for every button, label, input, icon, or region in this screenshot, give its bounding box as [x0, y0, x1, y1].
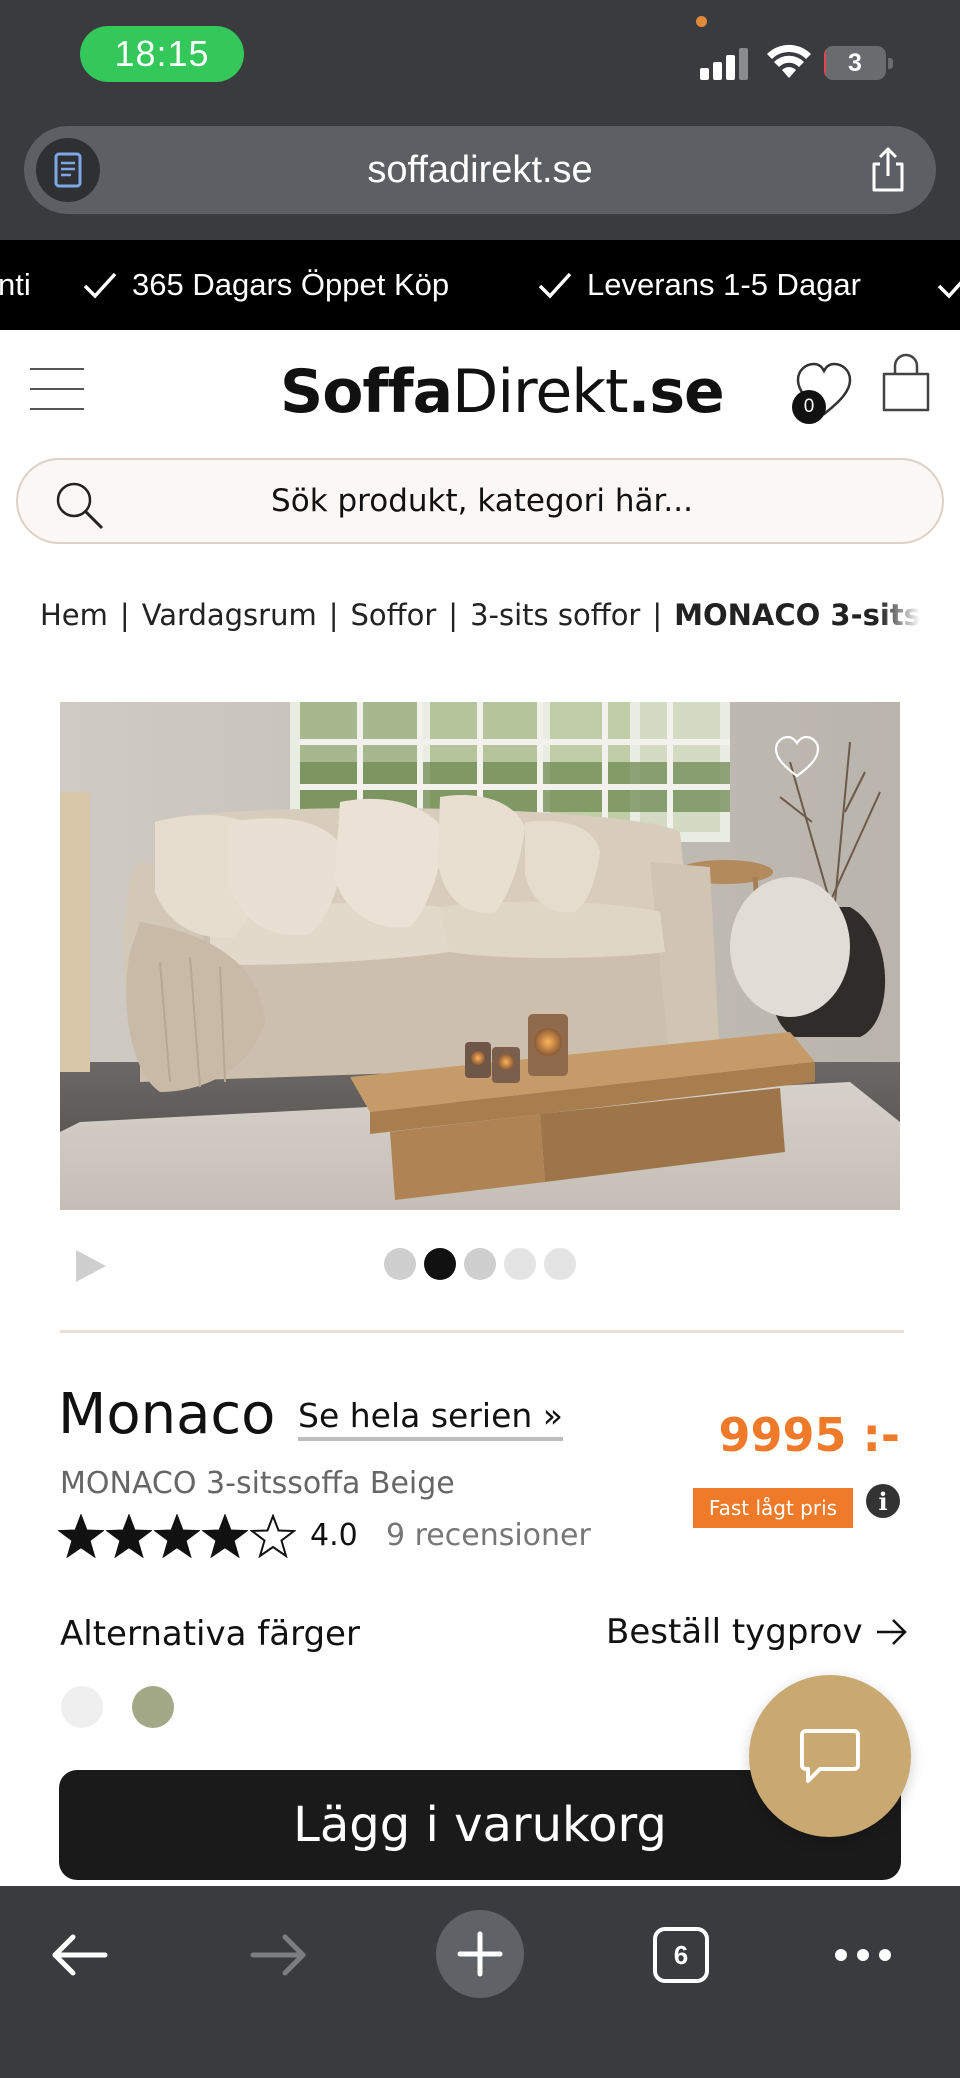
arrow-right-icon [250, 1934, 306, 1976]
tabs-button[interactable]: 6 [636, 1910, 726, 2000]
forward-button[interactable] [234, 1910, 324, 2000]
wifi-icon [767, 44, 811, 78]
share-icon[interactable] [862, 144, 914, 196]
chat-button[interactable] [749, 1675, 911, 1837]
carousel-dot[interactable] [464, 1248, 496, 1280]
star-filled-icon [202, 1514, 248, 1558]
chat-bubble-icon [800, 1729, 860, 1783]
ticker-item: Leverans 1-5 Dagar [537, 240, 861, 330]
order-fabric-sample-label: Beställ tygprov [606, 1612, 863, 1652]
logo-part-tld: .se [627, 357, 725, 427]
star-empty-icon [250, 1514, 296, 1558]
product-name: Monaco [58, 1382, 276, 1447]
rating-value: 4.0 [310, 1518, 358, 1553]
browser-bottom-toolbar: 6 [0, 1886, 960, 2078]
breadcrumb-separator: | [448, 598, 459, 632]
carousel-dot[interactable] [544, 1248, 576, 1280]
star-filled-icon [58, 1514, 104, 1558]
ticker-item [936, 240, 960, 330]
cellular-signal-icon [700, 46, 750, 80]
color-swatch-white[interactable] [61, 1686, 103, 1728]
url-text[interactable]: soffadirekt.se [24, 126, 936, 214]
breadcrumb-item-hem[interactable]: Hem [40, 598, 108, 632]
site-logo[interactable]: Soffa Direkt .se [280, 352, 725, 432]
breadcrumb-separator: | [119, 598, 130, 632]
logo-part-direkt: Direkt [452, 357, 628, 427]
rating-stars[interactable] [58, 1514, 296, 1558]
favorite-heart-icon[interactable] [772, 734, 822, 780]
breadcrumb-separator: | [652, 598, 663, 632]
play-icon[interactable] [70, 1246, 110, 1286]
ticker-item-label: Leverans 1-5 Dagar [587, 267, 861, 302]
arrow-left-icon [52, 1934, 108, 1976]
check-icon [83, 272, 117, 299]
ticker-item: nti [0, 240, 31, 330]
wishlist-count-badge: 0 [792, 390, 826, 424]
logo-part-soffa: Soffa [280, 357, 453, 427]
promo-ticker: nti 365 Dagars Öppet Köp Leverans 1-5 Da… [0, 240, 960, 330]
reader-icon[interactable] [36, 138, 100, 202]
carousel-dots [384, 1248, 576, 1280]
color-swatch-olive[interactable] [132, 1686, 174, 1728]
more-dots-icon [835, 1949, 891, 1961]
more-button[interactable] [818, 1910, 908, 2000]
tabs-count: 6 [653, 1927, 709, 1983]
browser-top-chrome: 18:15 3 soffadirekt.se [0, 0, 960, 240]
ticker-item-label: 365 Dagars Öppet Köp [132, 267, 450, 302]
new-tab-button[interactable] [436, 1910, 524, 1998]
site-header: Soffa Direkt .se 0 Sök produkt, kategori h… [0, 330, 960, 565]
breadcrumb-item-soffor[interactable]: Soffor [351, 598, 437, 632]
ticker-item-label: nti [0, 267, 31, 302]
status-time: 18:15 [80, 26, 244, 82]
back-button[interactable] [34, 1910, 124, 2000]
section-divider [60, 1330, 904, 1333]
check-icon [937, 281, 960, 299]
search-placeholder: Sök produkt, kategori här... [271, 483, 693, 519]
wishlist-button[interactable]: 0 [786, 358, 858, 426]
info-icon[interactable]: i [866, 1484, 900, 1518]
address-bar[interactable]: soffadirekt.se [24, 126, 936, 214]
search-input[interactable]: Sök produkt, kategori här... [16, 458, 944, 544]
order-fabric-sample-link[interactable]: Beställ tygprov [606, 1612, 909, 1652]
price-badge: Fast lågt pris [693, 1488, 853, 1528]
cart-icon[interactable] [880, 352, 932, 414]
alternative-colors-label: Alternativa färger [60, 1614, 360, 1654]
carousel-dot[interactable] [424, 1248, 456, 1280]
battery-level: 3 [848, 48, 862, 77]
carousel-dot[interactable] [384, 1248, 416, 1280]
breadcrumb-separator: | [328, 598, 339, 632]
star-filled-icon [106, 1514, 152, 1558]
breadcrumb: Hem | Vardagsrum | Soffor | 3-sits soffo… [40, 590, 920, 640]
battery-icon: 3 [824, 46, 894, 80]
carousel-dot[interactable] [504, 1248, 536, 1280]
see-series-link[interactable]: Se hela serien » [298, 1396, 563, 1441]
breadcrumb-item-3-sits-soffor[interactable]: 3-sits soffor [470, 598, 640, 632]
ticker-item: 365 Dagars Öppet Köp [82, 240, 449, 330]
product-price: 9995 :- [718, 1408, 900, 1462]
product-subtitle: MONACO 3-sitssoffa Beige [60, 1466, 455, 1501]
plus-icon [457, 1931, 503, 1977]
check-icon [538, 272, 572, 299]
reviews-link[interactable]: 9 recensioner [386, 1518, 591, 1553]
menu-icon[interactable] [30, 366, 84, 412]
breadcrumb-item-vardagsrum[interactable]: Vardagsrum [142, 598, 317, 632]
privacy-indicator-dot [696, 16, 707, 27]
arrow-right-icon [876, 1619, 907, 1645]
star-filled-icon [154, 1514, 200, 1558]
